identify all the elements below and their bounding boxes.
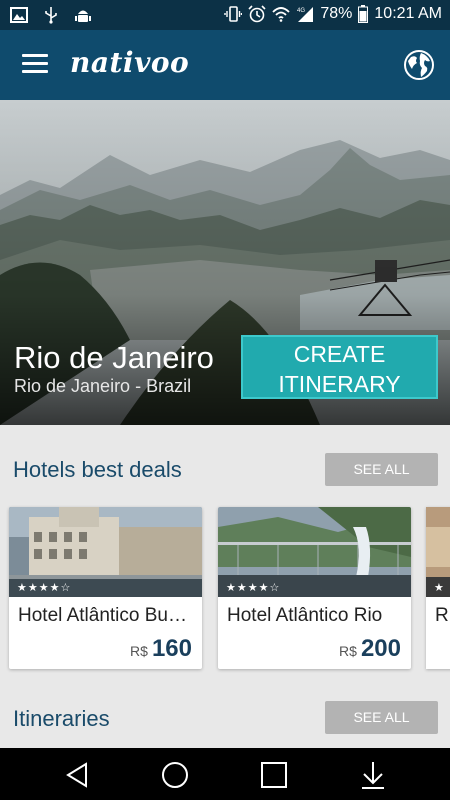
- hotel-price-value: 160: [151, 635, 192, 662]
- hotel-rating-stars: ★★★★☆: [226, 582, 281, 594]
- recents-icon[interactable]: [259, 760, 289, 790]
- hotels-section-title: Hotels best deals: [13, 457, 182, 482]
- city-subtitle: Rio de Janeiro - Brazil: [14, 376, 192, 396]
- wifi-icon: [272, 7, 290, 22]
- clock: 10:21 AM: [374, 5, 442, 22]
- vibrate-icon: [224, 6, 243, 22]
- hotel-name: R: [435, 605, 449, 626]
- create-itinerary-label-1: CREATE: [293, 341, 386, 367]
- hotel-price-currency: R$: [339, 643, 357, 659]
- back-icon[interactable]: [62, 760, 92, 790]
- hotel-rating-stars: ★★★★☆: [17, 582, 72, 594]
- hotel-price-currency: R$: [130, 643, 148, 659]
- app-logo: nativoo: [70, 46, 190, 79]
- create-itinerary-button[interactable]: CREATE ITINERARY: [241, 335, 438, 399]
- app-bar: nativoo: [0, 30, 450, 100]
- battery-percent: 78%: [320, 5, 353, 22]
- city-title: Rio de Janeiro: [14, 340, 214, 375]
- status-bar: 4G 78% 10:21 AM: [0, 0, 450, 30]
- download-icon[interactable]: [358, 760, 388, 790]
- hotel-name: Hotel Atlântico Bu…: [18, 605, 187, 626]
- battery-icon: [358, 5, 369, 23]
- system-nav-bar: [0, 748, 450, 800]
- status-bar-right: 4G 78% 10:21 AM: [224, 5, 442, 23]
- home-icon[interactable]: [160, 760, 190, 790]
- hotel-rating-stars: ★: [434, 582, 444, 594]
- hotel-card-partial[interactable]: ★ R: [426, 507, 450, 669]
- hotel-name: Hotel Atlântico Rio: [227, 605, 383, 626]
- hotel-card[interactable]: ★★★★☆ Hotel Atlântico Rio R$ 200: [218, 507, 411, 669]
- hotel-price-value: 200: [360, 635, 401, 662]
- hamburger-menu-icon[interactable]: [22, 54, 48, 76]
- hotels-see-all-button[interactable]: SEE ALL: [325, 453, 438, 486]
- usb-icon: [45, 7, 57, 24]
- globe-icon[interactable]: [403, 49, 435, 81]
- itineraries-section-title: Itineraries: [13, 706, 110, 731]
- svg-text:4G: 4G: [297, 8, 305, 14]
- create-itinerary-label-2: ITINERARY: [278, 371, 401, 397]
- hotel-price: R$ 160: [130, 635, 192, 663]
- alarm-icon: [248, 5, 266, 23]
- hotel-price: R$ 200: [339, 635, 401, 663]
- hotel-card[interactable]: ★★★★☆ Hotel Atlântico Bu… R$ 160: [9, 507, 202, 669]
- itineraries-see-all-button[interactable]: SEE ALL: [325, 701, 438, 734]
- signal-4g-icon: 4G: [297, 7, 314, 22]
- android-debug-icon: [75, 10, 91, 22]
- image-icon: [10, 7, 28, 23]
- status-bar-left: [10, 6, 92, 24]
- hero-banner[interactable]: Rio de Janeiro Rio de Janeiro - Brazil C…: [0, 100, 450, 425]
